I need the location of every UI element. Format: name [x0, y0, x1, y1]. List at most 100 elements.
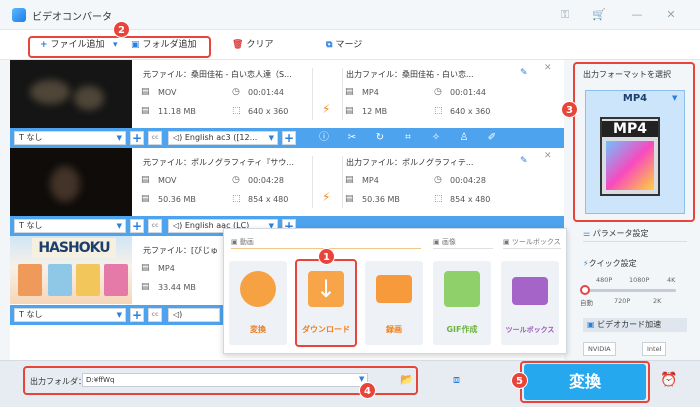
highlight-box-format — [573, 62, 695, 222]
watermark-icon[interactable]: ♙ — [458, 132, 470, 144]
popup-section-video: ▣ 動画 — [231, 238, 254, 246]
film-reel-icon — [240, 271, 276, 307]
minimize-icon[interactable]: — — [630, 8, 644, 22]
format-icon: ▤ — [345, 175, 354, 185]
source-resolution: 640 x 360 — [248, 107, 289, 116]
source-format: MOV — [158, 176, 177, 185]
format-icon: ▤ — [141, 263, 150, 273]
quality-tick-top: 4K — [667, 276, 676, 284]
key-icon[interactable]: ⚿ — [558, 8, 572, 22]
tile-record-label: 録画 — [386, 325, 402, 334]
format-icon: ▤ — [141, 87, 150, 97]
remove-file-icon[interactable]: ✕ — [544, 63, 552, 73]
edit-toolbar: T なし ▼ + cc ◁) English ac3 ([12... ▼ + ⓘ ✂… — [10, 128, 564, 148]
quality-slider[interactable] — [584, 289, 676, 292]
resolution-icon: ⬚ — [232, 106, 241, 116]
rotate-icon[interactable]: ↻ — [374, 132, 386, 144]
file-size-icon: ▤ — [345, 194, 354, 204]
image-icon — [444, 271, 480, 307]
clock-icon: ◷ — [434, 87, 442, 97]
quality-tick-top: 1080P — [629, 276, 650, 284]
sliders-icon: ⚌ — [583, 229, 593, 238]
output-file-name[interactable]: 出力ファイル：ポルノグラフィテ... — [346, 157, 473, 168]
add-subtitle-button[interactable]: + — [130, 308, 144, 322]
quality-tick-bottom: 2K — [653, 297, 662, 305]
source-size: 11.18 MB — [158, 107, 196, 116]
file-size-icon: ▤ — [141, 106, 150, 116]
cc-icon[interactable]: cc — [148, 219, 162, 233]
quality-tick-top: 480P — [596, 276, 613, 284]
subtitle-select[interactable]: T なし ▼ — [14, 219, 126, 233]
add-subtitle-button[interactable]: + — [130, 131, 144, 145]
source-file-name: 元ファイル：ポルノグラフィティ『サウ... — [143, 158, 294, 167]
quality-slider-knob[interactable] — [580, 285, 590, 295]
highlight-box-download — [295, 259, 357, 347]
edit-brush-icon[interactable]: ✐ — [486, 132, 498, 144]
video-thumbnail — [10, 148, 132, 216]
output-resolution: 854 x 480 — [450, 195, 491, 204]
quality-tick-bottom: 自動 — [580, 299, 593, 307]
file-size-icon: ▤ — [141, 194, 150, 204]
scissors-icon[interactable]: ✂ — [346, 132, 358, 144]
source-format: MP4 — [158, 264, 175, 273]
alarm-clock-icon[interactable]: ⏰ — [660, 372, 677, 388]
tile-toolbox[interactable]: ツールボックス — [501, 261, 559, 345]
title-bar: ビデオコンバータ ⚿ 🛒 — ✕ — [0, 0, 700, 30]
info-icon[interactable]: ⓘ — [318, 132, 330, 144]
step-badge-4: 4 — [359, 382, 376, 399]
output-file-name[interactable]: 出力ファイル：桑田佳祐 - 白い恋... — [346, 69, 474, 80]
parameter-settings-button[interactable]: ⚌ パラメータ設定 — [583, 226, 687, 242]
file-item[interactable]: 元ファイル：ポルノグラフィティ『サウ... ▤ MOV ◷ 00:04:28 ▤… — [10, 148, 564, 216]
tile-convert[interactable]: 変換 — [229, 261, 287, 345]
tile-gif-label: GIF作成 — [446, 325, 478, 334]
gpu-accel-toggle[interactable]: ▣ ビデオカード加速 — [583, 318, 687, 332]
cart-icon[interactable]: 🛒 — [592, 8, 606, 22]
audio-select[interactable]: ◁) English ac3 ([12... ▼ — [168, 131, 278, 145]
subtitle-select[interactable]: T なし ▼ — [14, 308, 126, 322]
quick-settings-label: ⚡クイック設定 — [583, 259, 637, 268]
effects-wand-icon[interactable]: ✧ — [430, 132, 442, 144]
step-badge-5: 5 — [511, 372, 528, 389]
video-thumbnail: HASHOKU — [10, 236, 132, 304]
speaker-icon: ◁) — [173, 310, 183, 319]
merge-label: マージ — [335, 40, 363, 50]
tile-gif[interactable]: GIF作成 — [433, 261, 491, 345]
output-size: 12 MB — [362, 107, 388, 116]
close-icon[interactable]: ✕ — [664, 8, 678, 22]
chip-icon: ▣ — [587, 320, 598, 329]
edit-pencil-icon[interactable]: ✎ — [520, 68, 528, 78]
add-subtitle-button[interactable]: + — [130, 219, 144, 233]
subtitle-select[interactable]: T なし ▼ — [14, 131, 126, 145]
cc-icon[interactable]: cc — [148, 131, 162, 145]
clear-button[interactable]: 🗑 クリア — [232, 37, 273, 53]
audio-select[interactable]: ◁) — [168, 308, 220, 322]
tile-toolbox-label: ツールボックス — [505, 326, 555, 334]
add-audio-button[interactable]: + — [282, 131, 296, 145]
file-item[interactable]: 元ファイル：桑田佳祐 - 白い恋人達（S... ▤ MOV ◷ 00:01:44… — [10, 60, 564, 128]
chevron-down-icon: ▼ — [116, 134, 122, 142]
nvidia-badge: NVIDIA — [583, 342, 616, 356]
open-folder-icon[interactable]: ⧈ — [453, 373, 460, 387]
merge-icon: ⧉ — [326, 40, 333, 50]
merge-button[interactable]: ⧉ マージ — [326, 37, 362, 53]
output-size: 50.36 MB — [362, 195, 400, 204]
highlight-box-toolbar — [28, 36, 211, 58]
cc-icon[interactable]: cc — [148, 308, 162, 322]
app-window: ビデオコンバータ ⚿ 🛒 — ✕ + ファイル追加 ▾ ▣ フォルダ追加 🗑 クリア … — [0, 0, 700, 407]
tile-record[interactable]: 録画 — [365, 261, 423, 345]
output-format: MP4 — [362, 88, 379, 97]
chevron-down-icon: ▼ — [116, 311, 122, 319]
format-icon: ▤ — [141, 175, 150, 185]
edit-pencil-icon[interactable]: ✎ — [520, 156, 528, 166]
source-file-name: 元ファイル：[びじゅ — [143, 246, 219, 255]
section-divider — [433, 248, 493, 249]
resolution-icon: ⬚ — [232, 194, 241, 204]
source-duration: 00:01:44 — [248, 88, 284, 97]
output-resolution: 640 x 360 — [450, 107, 491, 116]
crop-icon[interactable]: ⌗ — [402, 132, 414, 144]
resolution-icon: ⬚ — [434, 194, 443, 204]
app-logo-icon — [12, 8, 26, 22]
clear-label: クリア — [246, 40, 274, 50]
remove-file-icon[interactable]: ✕ — [544, 151, 552, 161]
output-format: MP4 — [362, 176, 379, 185]
